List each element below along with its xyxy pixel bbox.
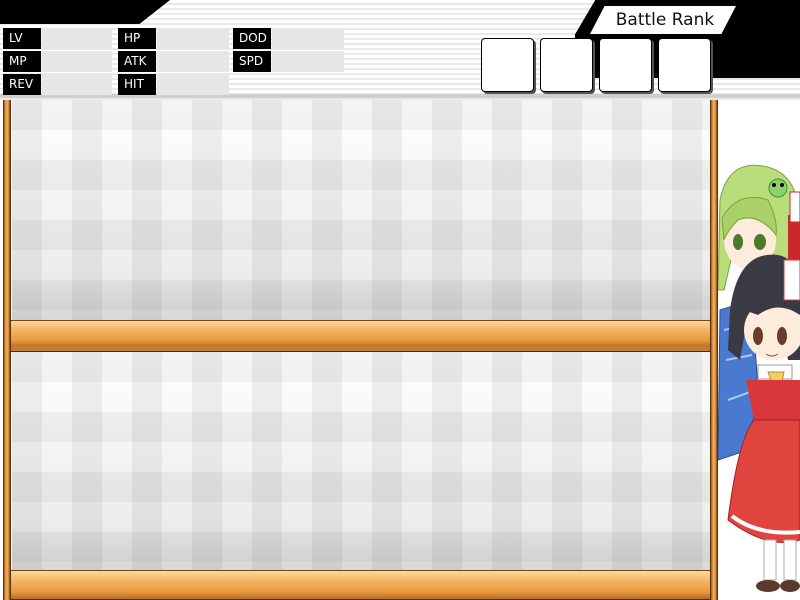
- stat-label-rev: REV: [3, 74, 41, 95]
- stat-label-hp: HP: [118, 28, 156, 49]
- stat-label-atk: ATK: [118, 51, 156, 72]
- status-header: LV MP REV HP ATK HIT DOD SPD Battle Rank: [0, 0, 800, 100]
- stat-value-hp: [157, 28, 229, 49]
- rank-slot-4[interactable]: [658, 38, 711, 92]
- lower-shelf-plank: [6, 570, 714, 600]
- stat-label-lv: LV: [3, 28, 41, 49]
- upper-shelf-slot-area[interactable]: [12, 100, 710, 320]
- header-black-band-left: [0, 0, 170, 24]
- stat-label-mp: MP: [3, 51, 41, 72]
- stat-value-dod: [272, 28, 344, 49]
- stat-label-spd: SPD: [233, 51, 271, 72]
- shelf-post-left: [3, 100, 11, 600]
- character-art: [718, 100, 800, 600]
- battle-rank-title: Battle Rank: [615, 10, 715, 30]
- rank-slot-3[interactable]: [599, 38, 652, 92]
- stat-value-spd: [272, 51, 344, 72]
- shelf-post-right: [710, 100, 718, 600]
- stat-value-hit: [157, 74, 229, 95]
- upper-shelf-plank: [6, 320, 714, 348]
- rank-slot-2[interactable]: [540, 38, 593, 92]
- lower-shelf-slot-area[interactable]: [12, 352, 710, 570]
- rank-slot-1[interactable]: [481, 38, 534, 92]
- stat-label-hit: HIT: [118, 74, 156, 95]
- stat-value-lv: [42, 28, 112, 49]
- stat-value-atk: [157, 51, 229, 72]
- stat-label-dod: DOD: [233, 28, 271, 49]
- stat-value-rev: [42, 74, 112, 95]
- character-illustration: [718, 164, 800, 592]
- stat-value-mp: [42, 51, 112, 72]
